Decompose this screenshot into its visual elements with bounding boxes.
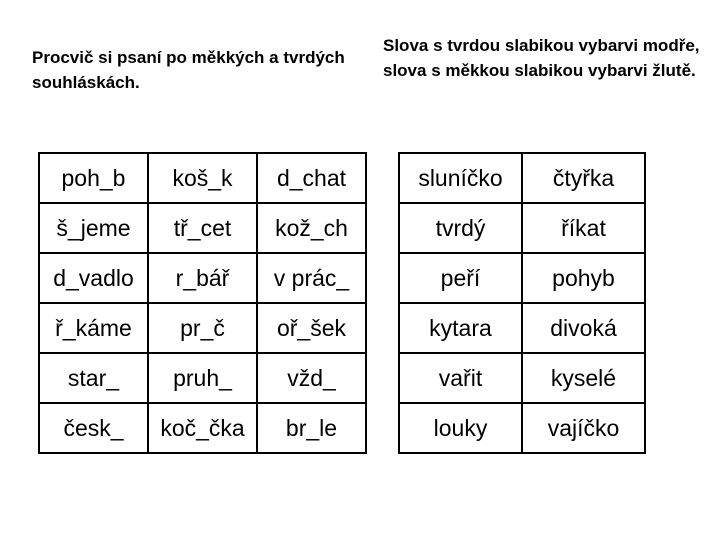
word-cell: koš_k (147, 152, 258, 204)
table-row: peří pohyb (398, 252, 646, 304)
word-cell: vajíčko (521, 402, 646, 454)
word-cell: pruh_ (147, 352, 258, 404)
word-cell: d_chat (256, 152, 367, 204)
table-row: česk_ koč_čka br_le (38, 402, 367, 454)
table-row: š_jeme tř_cet kož_ch (38, 202, 367, 254)
table-row: poh_b koš_k d_chat (38, 152, 367, 204)
word-cell: r_bář (147, 252, 258, 304)
word-cell: čtyřka (521, 152, 646, 204)
table-row: star_ pruh_ vžd_ (38, 352, 367, 404)
word-cell: peří (398, 252, 523, 304)
fill-in-exercise-instruction: Procvič si psaní po měkkých a tvrdých so… (32, 48, 345, 92)
table-row: kytara divoká (398, 302, 646, 354)
word-cell: česk_ (38, 402, 149, 454)
word-cell: ř_káme (38, 302, 149, 354)
word-cell: vařit (398, 352, 523, 404)
table-row: vařit kyselé (398, 352, 646, 404)
word-cell: tvrdý (398, 202, 523, 254)
fill-in-words-table: poh_b koš_k d_chat š_jeme tř_cet kož_ch … (38, 152, 367, 454)
word-cell: vžd_ (256, 352, 367, 404)
word-cell: š_jeme (38, 202, 149, 254)
table-row: louky vajíčko (398, 402, 646, 454)
coloring-exercise-instruction: Slova s tvrdou slabikou vybarvi modře, s… (383, 36, 700, 80)
word-cell: star_ (38, 352, 149, 404)
word-cell: d_vadlo (38, 252, 149, 304)
word-cell: koč_čka (147, 402, 258, 454)
table-row: ř_káme pr_č oř_šek (38, 302, 367, 354)
word-cell: kytara (398, 302, 523, 354)
table-row: d_vadlo r_bář v prác_ (38, 252, 367, 304)
word-cell: oř_šek (256, 302, 367, 354)
word-cell: tř_cet (147, 202, 258, 254)
word-cell: louky (398, 402, 523, 454)
word-cell: poh_b (38, 152, 149, 204)
word-cell: v prác_ (256, 252, 367, 304)
word-cell: kož_ch (256, 202, 367, 254)
word-cell: pohyb (521, 252, 646, 304)
table-row: tvrdý říkat (398, 202, 646, 254)
coloring-words-table: sluníčko čtyřka tvrdý říkat peří pohyb k… (398, 152, 646, 454)
word-cell: kyselé (521, 352, 646, 404)
word-cell: sluníčko (398, 152, 523, 204)
word-cell: pr_č (147, 302, 258, 354)
table-row: sluníčko čtyřka (398, 152, 646, 204)
word-cell: br_le (256, 402, 367, 454)
word-cell: říkat (521, 202, 646, 254)
word-cell: divoká (521, 302, 646, 354)
